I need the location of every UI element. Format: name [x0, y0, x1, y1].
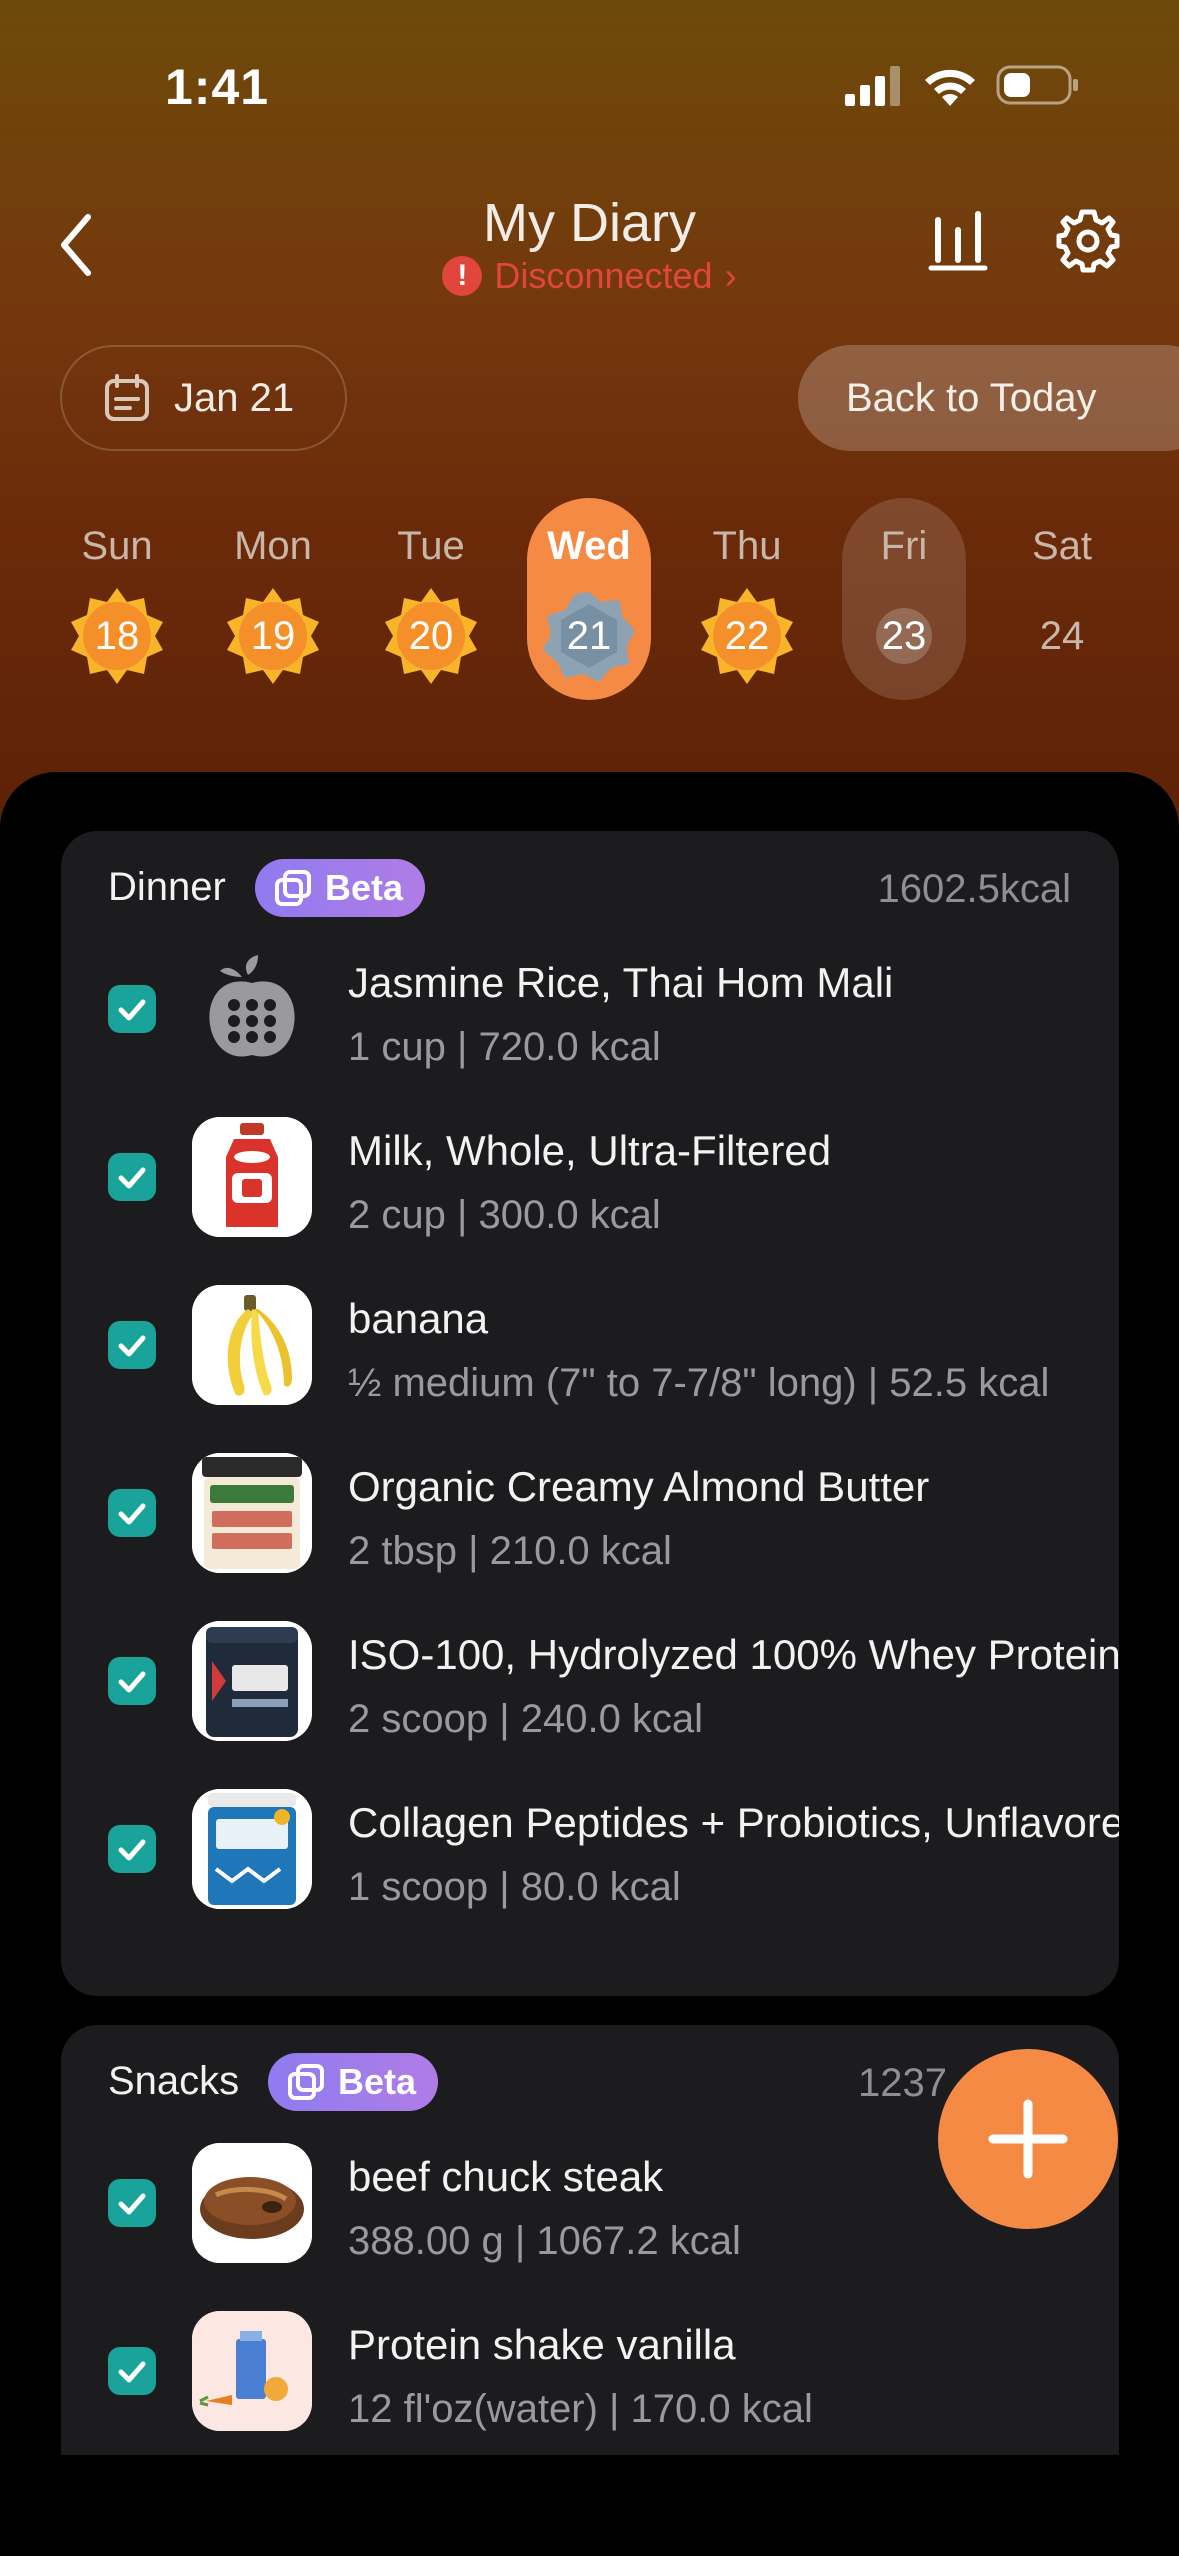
chevron-right-icon: › [724, 255, 737, 296]
day-wed-selected[interactable]: Wed 21 [527, 498, 651, 700]
plus-icon [988, 2099, 1068, 2179]
day-tue[interactable]: Tue 20 [369, 498, 493, 700]
meal-title: Dinner [108, 865, 226, 909]
meal-header[interactable]: Dinner Beta 1602.5kcal [61, 831, 1119, 931]
day-label: Mon [234, 524, 312, 568]
copy-icon [288, 2064, 324, 2100]
checkmark-icon [118, 2193, 146, 2215]
add-food-button[interactable] [938, 2049, 1118, 2229]
steak-image [192, 2143, 312, 2263]
food-name: Milk, Whole, Ultra-Filtered [348, 1127, 832, 1174]
alert-icon: ! [442, 256, 483, 296]
food-name: Organic Creamy Almond Butter [348, 1463, 930, 1510]
food-name: beef chuck steak [348, 2153, 664, 2200]
beta-label: Beta [325, 867, 404, 908]
meal-kcal: 1237 [858, 2061, 947, 2105]
almond-butter-jar-image [192, 1453, 312, 1573]
checkbox-checked[interactable] [108, 1321, 156, 1369]
banana-image [192, 1285, 312, 1405]
day-number: 20 [408, 613, 454, 658]
checkmark-icon [118, 2361, 146, 2383]
gear-icon[interactable] [1055, 208, 1121, 274]
food-detail: 1 cup | 720.0 kcal [348, 1025, 661, 1069]
collagen-tub-image [192, 1789, 312, 1909]
groceries-image [192, 2311, 312, 2431]
checkmark-icon [118, 1167, 146, 1189]
food-name: ISO-100, Hydrolyzed 100% Whey Protein [348, 1631, 1119, 1678]
day-number: 19 [250, 613, 296, 658]
meal-kcal: 1602.5kcal [877, 867, 1071, 911]
food-detail: 2 tbsp | 210.0 kcal [348, 1529, 672, 1573]
food-item[interactable]: Jasmine Rice, Thai Hom Mali 1 cup | 720.… [61, 931, 1119, 1099]
checkbox-checked[interactable] [108, 1153, 156, 1201]
checkbox-checked[interactable] [108, 1825, 156, 1873]
day-sat[interactable]: Sat 24 [1000, 498, 1124, 700]
connection-status-link[interactable]: ! Disconnected › [0, 255, 1179, 297]
day-number: 21 [566, 613, 612, 658]
checkbox-checked[interactable] [108, 2179, 156, 2227]
food-name: Protein shake vanilla [348, 2321, 736, 2368]
food-item[interactable]: ISO-100, Hydrolyzed 100% Whey Protein 2 … [61, 1603, 1119, 1771]
calendar-icon [105, 374, 149, 421]
day-label: Sun [81, 524, 153, 568]
beta-label: Beta [338, 2061, 417, 2102]
day-label: Fri [880, 524, 928, 568]
checkbox-checked[interactable] [108, 1657, 156, 1705]
connection-status-text: Disconnected [494, 255, 713, 296]
checkmark-icon [118, 1503, 146, 1525]
checkbox-checked[interactable] [108, 985, 156, 1033]
milk-bottle-image [192, 1117, 312, 1237]
checkmark-icon [118, 1839, 146, 1861]
day-number: 23 [881, 613, 927, 658]
day-label: Wed [547, 524, 631, 568]
meal-title: Snacks [108, 2059, 240, 2103]
battery-icon [996, 65, 1078, 105]
back-to-today-button[interactable]: Back to Today [798, 345, 1179, 451]
apple-placeholder-icon [192, 949, 312, 1069]
food-detail: 2 cup | 300.0 kcal [348, 1193, 661, 1237]
checkbox-checked[interactable] [108, 2347, 156, 2395]
food-detail: 2 scoop | 240.0 kcal [348, 1697, 704, 1741]
checkmark-icon [118, 1671, 146, 1693]
day-fri-today[interactable]: Fri 23 [842, 498, 966, 700]
beta-badge[interactable]: Beta [255, 859, 426, 917]
food-name: banana [348, 1295, 489, 1342]
beta-badge[interactable]: Beta [268, 2053, 439, 2111]
checkmark-icon [118, 999, 146, 1021]
food-item[interactable]: Protein shake vanilla 12 fl'oz(water) | … [61, 2293, 1119, 2455]
day-label: Sat [1031, 524, 1093, 568]
food-detail: ½ medium (7" to 7-7/8" long) | 52.5 kcal [348, 1361, 1050, 1405]
day-number: 18 [94, 613, 140, 658]
status-bar: 1:41 [0, 0, 1179, 170]
day-thu[interactable]: Thu 22 [685, 498, 809, 700]
food-name: Jasmine Rice, Thai Hom Mali [348, 959, 894, 1006]
food-name: Collagen Peptides + Probiotics, Unflavor… [348, 1799, 1119, 1846]
meal-card-dinner: Dinner Beta 1602.5kcal Jasmine Rice, Tha… [61, 831, 1119, 1996]
diary-content: Dinner Beta 1602.5kcal Jasmine Rice, Tha… [0, 772, 1179, 2556]
day-number: 22 [724, 613, 770, 658]
checkbox-checked[interactable] [108, 1489, 156, 1537]
date-picker-button[interactable]: Jan 21 [60, 345, 347, 451]
current-date: Jan 21 [174, 375, 295, 420]
day-sun[interactable]: Sun 18 [55, 498, 179, 700]
bar-chart-icon[interactable] [928, 210, 988, 272]
day-label: Tue [397, 524, 465, 568]
food-detail: 388.00 g | 1067.2 kcal [348, 2219, 741, 2263]
cellular-signal-icon [845, 66, 900, 106]
food-detail: 12 fl'oz(water) | 170.0 kcal [348, 2387, 813, 2431]
day-mon[interactable]: Mon 19 [211, 498, 335, 700]
protein-tub-image [192, 1621, 312, 1741]
status-time: 1:41 [165, 59, 270, 115]
food-item[interactable]: banana ½ medium (7" to 7-7/8" long) | 52… [61, 1267, 1119, 1435]
food-item[interactable]: Milk, Whole, Ultra-Filtered 2 cup | 300.… [61, 1099, 1119, 1267]
food-detail: 1 scoop | 80.0 kcal [348, 1865, 681, 1909]
copy-icon [275, 870, 311, 906]
day-number: 24 [1039, 613, 1085, 658]
page-title: My Diary [483, 193, 696, 253]
food-item[interactable]: Organic Creamy Almond Butter 2 tbsp | 21… [61, 1435, 1119, 1603]
food-item[interactable]: Collagen Peptides + Probiotics, Unflavor… [61, 1771, 1119, 1939]
checkmark-icon [118, 1335, 146, 1357]
day-label: Thu [712, 524, 782, 568]
wifi-icon [925, 69, 975, 106]
